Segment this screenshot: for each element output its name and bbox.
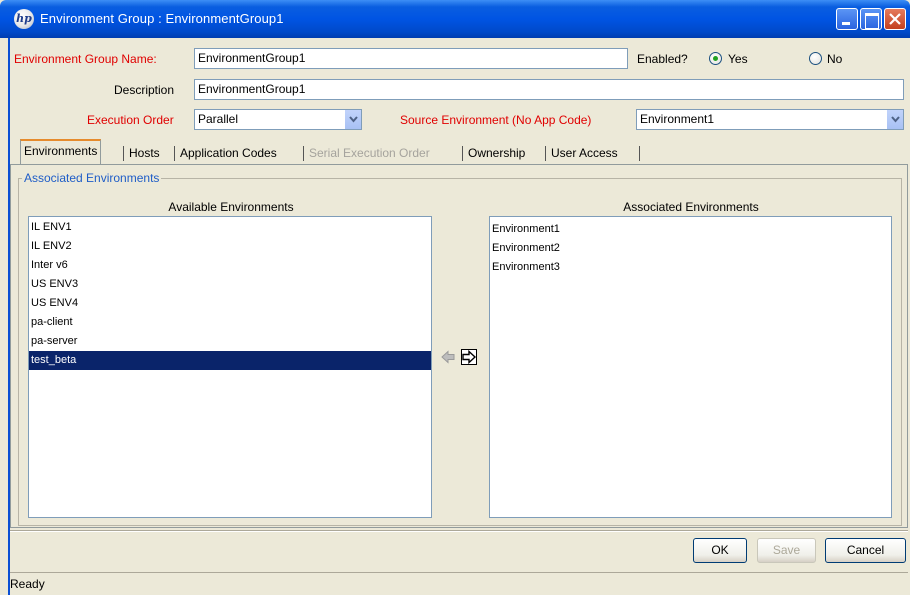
enabled-yes-radio[interactable] xyxy=(709,52,722,65)
list-item[interactable]: pa-client xyxy=(29,313,431,332)
list-item[interactable]: Environment1 xyxy=(490,220,891,239)
chevron-down-icon[interactable] xyxy=(344,110,361,129)
list-item[interactable]: US ENV3 xyxy=(29,275,431,294)
maximize-icon[interactable] xyxy=(860,8,882,30)
list-item[interactable]: IL ENV1 xyxy=(29,218,431,237)
list-item[interactable]: IL ENV2 xyxy=(29,237,431,256)
ok-button[interactable]: OK xyxy=(693,538,747,563)
tab-ownership[interactable]: Ownership xyxy=(465,142,528,164)
list-item[interactable]: US ENV4 xyxy=(29,294,431,313)
enabled-yes-label[interactable]: Yes xyxy=(728,52,748,66)
execution-order-label: Execution Order xyxy=(87,113,174,127)
list-item[interactable]: pa-server xyxy=(29,332,431,351)
status-text: Ready xyxy=(10,577,45,591)
window-title: Environment Group : EnvironmentGroup1 xyxy=(40,11,284,26)
tab-divider xyxy=(174,146,175,161)
associated-environments-title: Associated Environments xyxy=(623,200,759,214)
source-environment-label: Source Environment (No App Code) xyxy=(400,113,592,127)
close-icon[interactable] xyxy=(884,8,906,30)
list-item[interactable]: Environment2 xyxy=(490,239,891,258)
enabled-no-label[interactable]: No xyxy=(827,52,842,66)
execution-order-select[interactable]: Parallel xyxy=(194,109,362,130)
minimize-icon[interactable] xyxy=(836,8,858,30)
tab-divider xyxy=(639,146,640,161)
source-environment-select[interactable]: Environment1 xyxy=(636,109,904,130)
tab-divider xyxy=(462,146,463,161)
tab-environments[interactable]: Environments xyxy=(20,139,102,164)
description-field[interactable]: EnvironmentGroup1 xyxy=(194,79,904,100)
move-left-arrow-icon[interactable] xyxy=(440,349,456,365)
status-bar: Ready xyxy=(10,572,908,594)
chevron-down-icon[interactable] xyxy=(886,110,903,129)
cancel-button[interactable]: Cancel xyxy=(825,538,906,563)
tab-user-access[interactable]: User Access xyxy=(548,142,621,164)
tab-divider xyxy=(123,146,124,161)
execution-order-value: Parallel xyxy=(198,112,239,126)
save-button: Save xyxy=(757,538,816,563)
associated-environments-group-title: Associated Environments xyxy=(22,171,162,185)
title-bar[interactable]: hp Environment Group : EnvironmentGroup1 xyxy=(0,0,910,38)
group-name-label: Environment Group Name: xyxy=(14,52,157,66)
associated-environments-list[interactable]: Environment1 Environment2 Environment3 xyxy=(489,216,892,518)
tab-divider xyxy=(303,146,304,161)
available-environments-title: Available Environments xyxy=(168,200,294,214)
available-environments-list[interactable]: IL ENV1 IL ENV2 Inter v6 US ENV3 US ENV4… xyxy=(28,216,432,518)
tab-hosts[interactable]: Hosts xyxy=(126,142,163,164)
divider xyxy=(10,531,908,532)
tab-serial-execution-order: Serial Execution Order xyxy=(309,146,430,160)
list-item[interactable]: Environment3 xyxy=(490,258,891,277)
tab-application-codes[interactable]: Application Codes xyxy=(177,142,280,164)
environment-group-window: hp Environment Group : EnvironmentGroup1… xyxy=(0,0,910,595)
enabled-label: Enabled? xyxy=(637,52,688,66)
group-name-field[interactable]: EnvironmentGroup1 xyxy=(194,48,628,69)
tab-divider xyxy=(545,146,546,161)
move-right-arrow-icon[interactable] xyxy=(461,349,477,365)
hp-logo-icon: hp xyxy=(14,9,34,29)
source-environment-value: Environment1 xyxy=(640,112,715,126)
description-label: Description xyxy=(114,83,175,97)
list-item[interactable]: Inter v6 xyxy=(29,256,431,275)
enabled-no-radio[interactable] xyxy=(809,52,822,65)
list-item-selected[interactable]: test_beta xyxy=(29,351,431,370)
